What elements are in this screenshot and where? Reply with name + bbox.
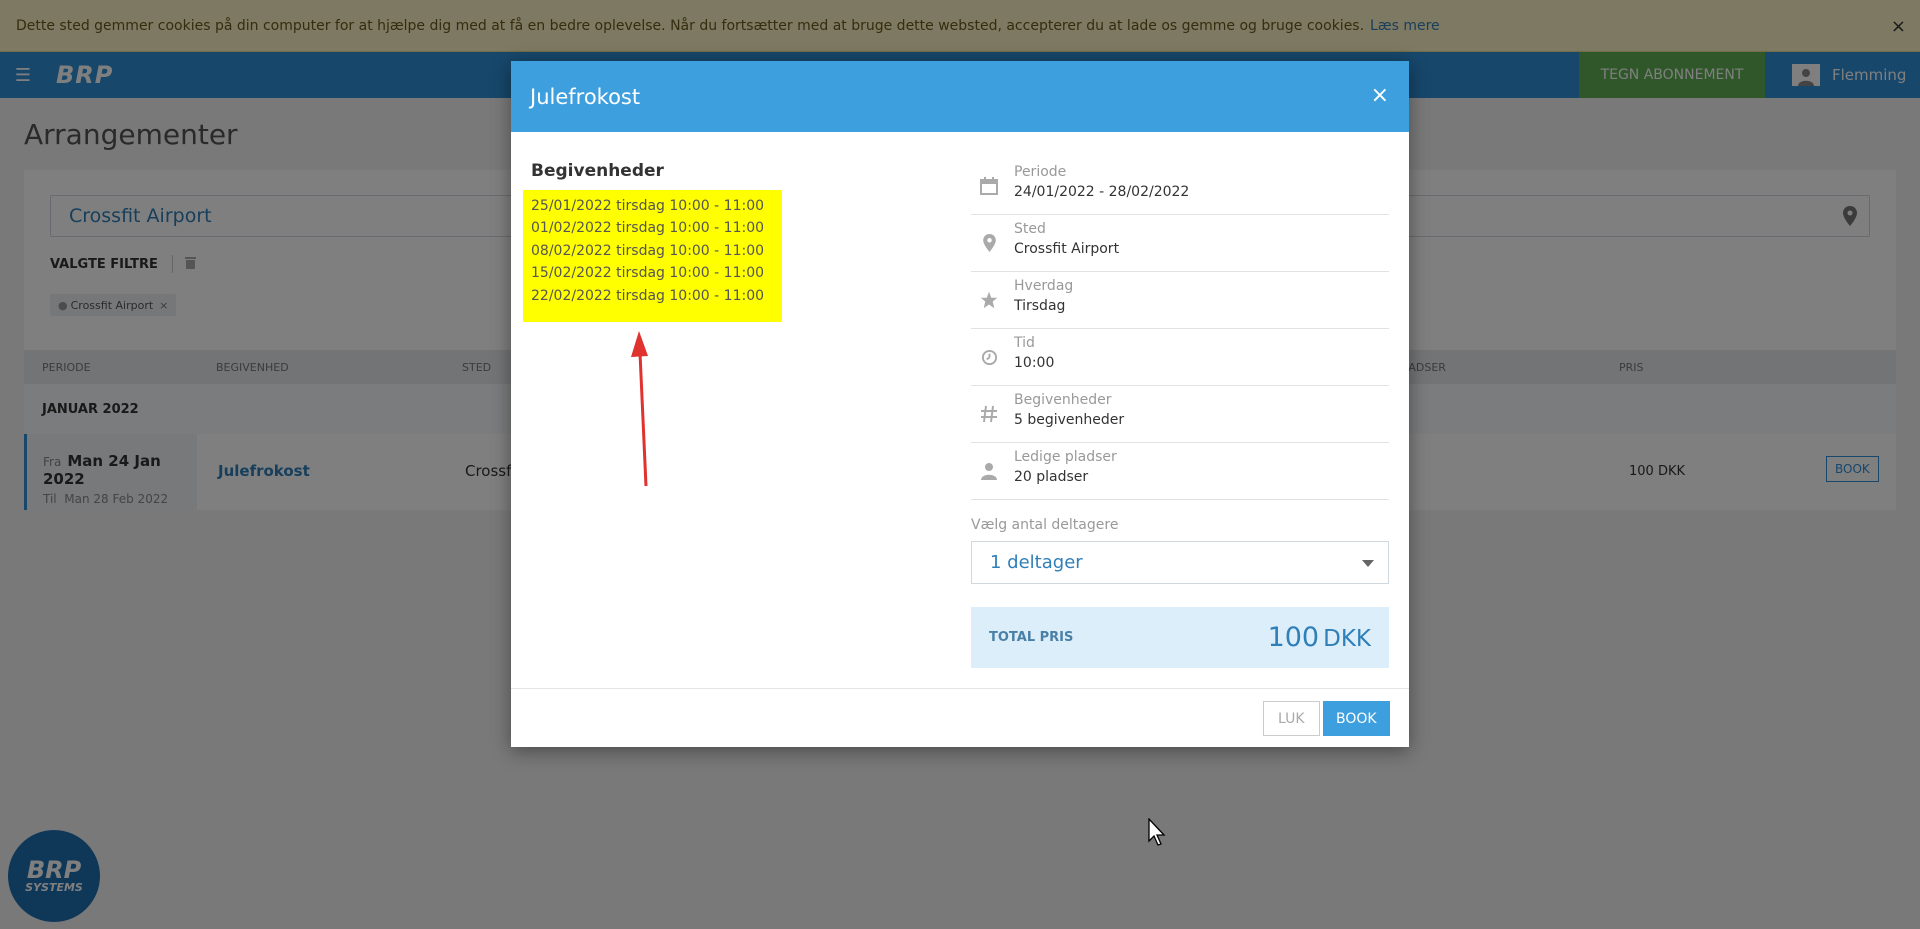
map-pin-icon bbox=[979, 233, 999, 253]
star-icon bbox=[979, 290, 999, 310]
total-label: TOTAL PRIS bbox=[989, 630, 1074, 645]
chevron-down-icon bbox=[1362, 560, 1374, 567]
list-item: 25/01/2022 tirsdag 10:00 - 11:00 bbox=[531, 198, 765, 214]
red-arrow-annotation bbox=[631, 331, 648, 487]
list-item: 01/02/2022 tirsdag 10:00 - 11:00 bbox=[531, 220, 765, 237]
event-info: Periode 24/01/2022 - 28/02/2022 Sted Cro… bbox=[971, 158, 1389, 500]
info-time: Tid 10:00 bbox=[971, 329, 1389, 386]
clock-icon bbox=[979, 347, 999, 367]
book-button[interactable]: BOOK bbox=[1323, 701, 1390, 736]
total-value: 100 DKK bbox=[1267, 622, 1371, 653]
participants-label: Vælg antal deltagere bbox=[971, 517, 1119, 533]
info-weekday: Hverdag Tirsdag bbox=[971, 272, 1389, 329]
event-modal: Julefrokost × Begivenheder 25/01/2022 ti… bbox=[511, 61, 1409, 747]
total-price: TOTAL PRIS 100 DKK bbox=[971, 607, 1389, 668]
modal-footer: LUK BOOK bbox=[511, 688, 1409, 747]
participants-select[interactable]: 1 deltager bbox=[971, 541, 1389, 584]
list-item: 22/02/2022 tirsdag 10:00 - 11:00 bbox=[531, 287, 765, 304]
list-item: 08/02/2022 tirsdag 10:00 - 11:00 bbox=[531, 242, 765, 259]
modal-title: Julefrokost bbox=[530, 84, 641, 109]
modal-close-icon[interactable]: × bbox=[1371, 83, 1389, 108]
participants-value: 1 deltager bbox=[990, 552, 1083, 573]
mouse-cursor-icon bbox=[1148, 818, 1166, 846]
person-icon bbox=[979, 461, 999, 481]
events-title: Begivenheder bbox=[531, 161, 664, 181]
events-list: 25/01/2022 tirsdag 10:00 - 11:00 01/02/2… bbox=[523, 190, 782, 322]
info-place: Sted Crossfit Airport bbox=[971, 215, 1389, 272]
list-item: 15/02/2022 tirsdag 10:00 - 11:00 bbox=[531, 265, 765, 282]
close-button[interactable]: LUK bbox=[1263, 701, 1320, 736]
info-events-count: Begivenheder 5 begivenheder bbox=[971, 386, 1389, 443]
calendar-icon bbox=[979, 176, 999, 196]
modal-header: Julefrokost × bbox=[511, 61, 1409, 132]
hash-icon bbox=[979, 404, 999, 424]
info-period: Periode 24/01/2022 - 28/02/2022 bbox=[971, 158, 1389, 215]
info-available-seats: Ledige pladser 20 pladser bbox=[971, 443, 1389, 500]
